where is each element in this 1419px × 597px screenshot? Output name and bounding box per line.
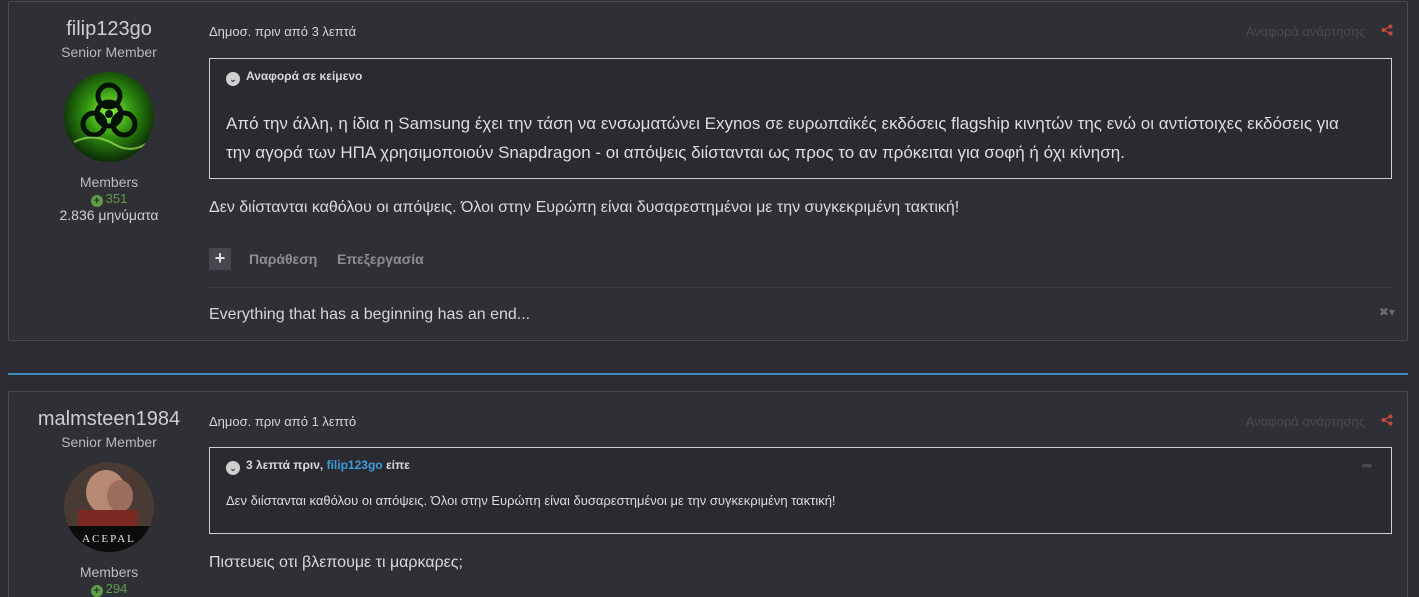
multiquote-button[interactable]: +	[209, 248, 231, 270]
plus-circle-icon: +	[90, 195, 103, 207]
chevron-down-icon[interactable]: ⌄	[226, 72, 240, 86]
author-title: Senior Member	[61, 434, 157, 450]
author-name[interactable]: filip123go	[9, 18, 209, 41]
signature-divider	[209, 287, 1393, 288]
reputation-badge: +351	[9, 191, 209, 207]
report-link[interactable]: Αναφορά ανάρτησης	[1246, 414, 1365, 429]
post-date[interactable]: Δημοσ. πριν από 3 λεπτά	[209, 24, 356, 39]
plus-circle-icon: +	[90, 585, 103, 597]
avatar[interactable]	[64, 72, 154, 162]
quote-block: ⌄ Αναφορά σε κείμενο Από την άλλη, η ίδια…	[209, 58, 1392, 179]
quote-header: ⌄ 3 λεπτά πριν, filip123go είπε	[226, 458, 410, 475]
post-2: malmsteen1984 Senior Member ACEPAL Membe…	[8, 391, 1408, 597]
quote-block: ⌄ 3 λεπτά πριν, filip123go είπε ➦ Δεν διί…	[209, 447, 1392, 534]
reputation-badge: +294	[9, 581, 209, 597]
quote-header-prefix: 3 λεπτά πριν,	[246, 458, 324, 472]
quote-text: Δεν διίστανται καθόλου οι απόψεις. Όλοι …	[226, 493, 836, 508]
quote-button[interactable]: Παράθεση	[249, 251, 317, 267]
share-icon[interactable]	[1381, 24, 1393, 39]
post-divider	[8, 373, 1408, 375]
chevron-down-icon[interactable]: ⌄	[226, 461, 240, 475]
quote-header-label: Αναφορά σε κείμενο	[246, 69, 363, 83]
reputation-value: 351	[105, 191, 128, 206]
post-1: filip123go Senior Member Members + 351 2…	[8, 1, 1408, 341]
share-icon[interactable]	[1381, 414, 1393, 429]
quote-text: Από την άλλη, η ίδια η Samsung έχει την …	[226, 114, 1339, 162]
author-group: Members	[79, 564, 139, 580]
report-link[interactable]: Αναφορά ανάρτησης	[1246, 24, 1365, 39]
avatar-caption: ACEPAL	[82, 533, 136, 545]
quote-header[interactable]: ⌄ Αναφορά σε κείμενο	[226, 69, 362, 86]
post-body: Δεν διίστανται καθόλου οι απόψεις. Όλοι …	[209, 199, 960, 216]
signature: Everything that has a beginning has an e…	[209, 306, 531, 323]
post-date[interactable]: Δημοσ. πριν από 1 λεπτό	[209, 414, 356, 429]
post-body: Πιστευεις οτι βλεπουμε τι μαρκαρες;	[209, 554, 463, 571]
quote-author-link[interactable]: filip123go	[327, 458, 383, 472]
go-to-post-icon[interactable]: ➦	[1361, 457, 1373, 474]
author-name[interactable]: malmsteen1984	[9, 408, 209, 431]
biohazard-avatar-icon	[64, 72, 154, 162]
author-title: Senior Member	[61, 44, 157, 60]
signature-options-icon[interactable]: ✖▾	[1379, 305, 1395, 319]
reputation-value: 294	[105, 581, 128, 596]
edit-button[interactable]: Επεξεργασία	[337, 251, 424, 267]
author-group: Members	[79, 174, 139, 190]
post-count: 2.836 μηνύματα	[59, 207, 159, 223]
avatar[interactable]: ACEPAL	[64, 462, 154, 552]
quote-header-suffix: είπε	[385, 458, 410, 472]
facepalm-avatar-icon: ACEPAL	[64, 462, 154, 552]
